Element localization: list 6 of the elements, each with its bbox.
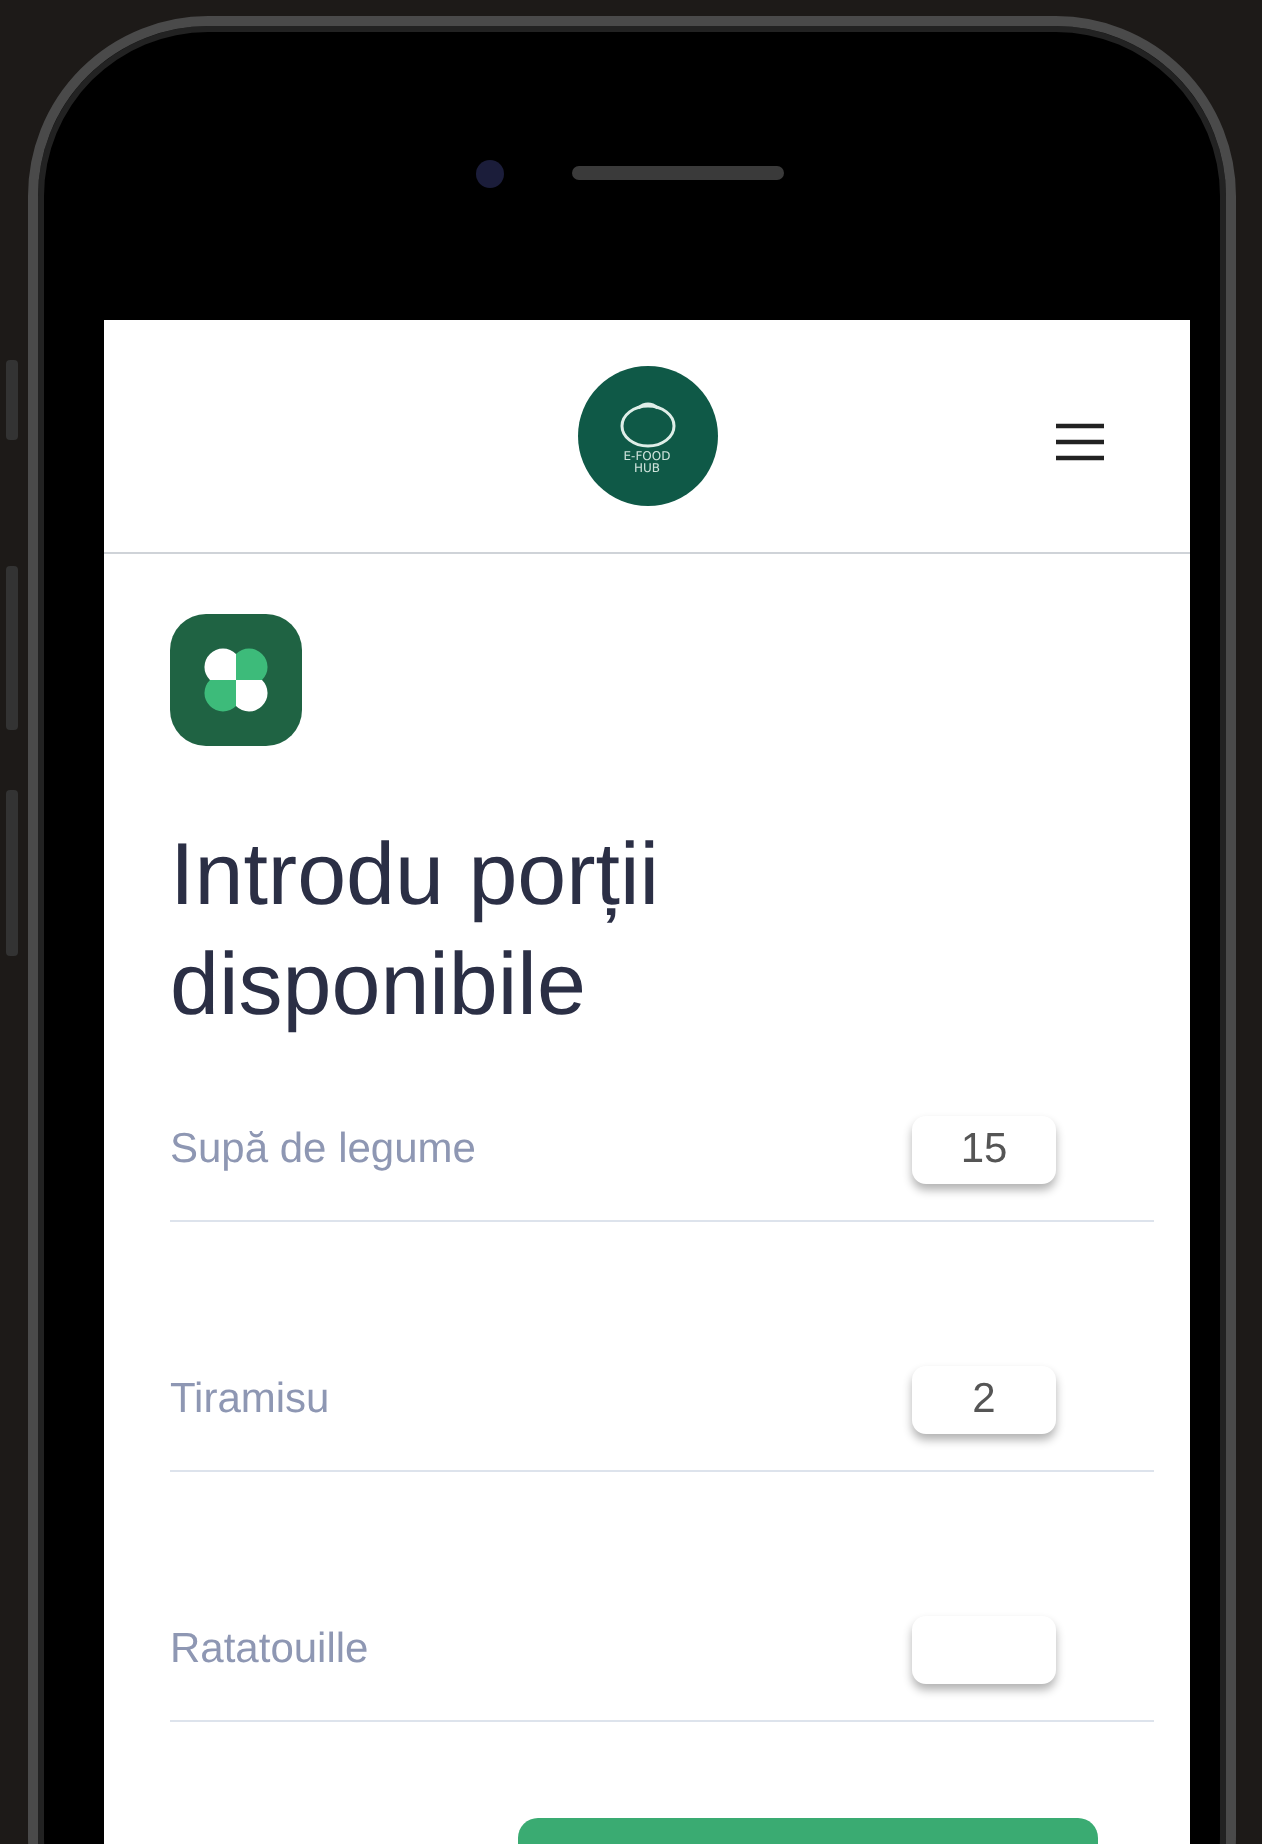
portions-field[interactable]: 2	[912, 1366, 1056, 1434]
item-name: Supă de legume	[170, 1124, 476, 1177]
item-name: Tiramisu	[170, 1374, 330, 1427]
page-title: Introdu porții disponibile	[170, 824, 662, 1038]
item-name: Ratatouille	[170, 1624, 369, 1677]
portions-field[interactable]: 15	[912, 1116, 1056, 1184]
